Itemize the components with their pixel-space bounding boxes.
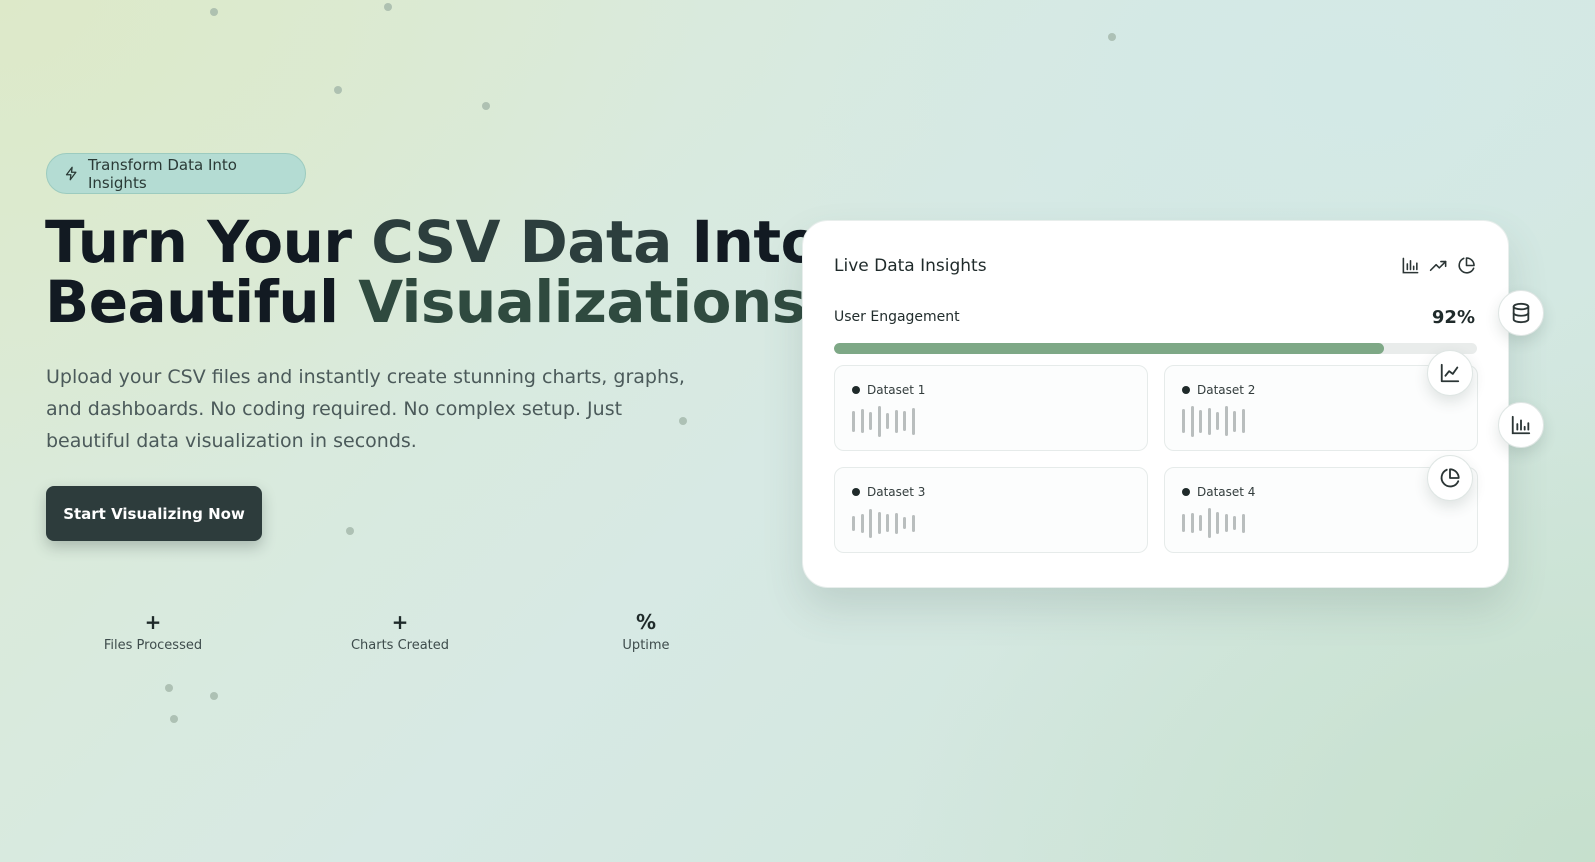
hero-badge: Transform Data Into Insights bbox=[46, 153, 306, 194]
decor-dot bbox=[210, 8, 218, 16]
line-chart-icon bbox=[1439, 362, 1461, 384]
mini-bar bbox=[1182, 514, 1185, 532]
mini-bar bbox=[1207, 408, 1211, 435]
engagement-progress-bar bbox=[834, 343, 1477, 354]
decor-dot bbox=[384, 3, 392, 11]
dataset-label: Dataset 1 bbox=[867, 383, 926, 397]
hero-title: Turn Your CSV Data Into Beautiful Visual… bbox=[45, 212, 820, 332]
mini-bar bbox=[1224, 406, 1228, 436]
mini-bar bbox=[903, 517, 906, 529]
bar-chart-icon[interactable] bbox=[1401, 256, 1420, 275]
mini-bar bbox=[877, 406, 881, 437]
stat-label: Files Processed bbox=[103, 638, 203, 653]
mini-bar bbox=[1182, 409, 1185, 433]
pie-chart-icon[interactable] bbox=[1457, 256, 1476, 275]
stat-value: + bbox=[391, 610, 409, 634]
mini-bar bbox=[1190, 513, 1194, 533]
mini-bar bbox=[894, 410, 898, 433]
decor-dot bbox=[346, 527, 354, 535]
stat-label: Uptime bbox=[622, 638, 670, 653]
floating-line-chart-button[interactable] bbox=[1427, 350, 1473, 396]
mini-bar bbox=[860, 514, 864, 533]
decor-dot bbox=[482, 102, 490, 110]
mini-bar bbox=[877, 512, 881, 534]
decor-dot bbox=[170, 715, 178, 723]
mini-bar bbox=[1199, 410, 1202, 433]
floating-database-button[interactable] bbox=[1498, 290, 1544, 336]
live-data-card: Live Data Insights User Engagement 92% D… bbox=[802, 220, 1509, 588]
dataset-mini-chart bbox=[1182, 506, 1252, 540]
hero-badge-label: Transform Data Into Insights bbox=[88, 155, 237, 192]
dataset-mini-chart bbox=[852, 404, 922, 438]
dataset-label: Dataset 3 bbox=[867, 485, 926, 499]
bar-chart-icon bbox=[1510, 414, 1532, 436]
mini-bar bbox=[1207, 508, 1211, 538]
mini-bar bbox=[869, 509, 872, 538]
decor-dot bbox=[334, 86, 342, 94]
mini-bar bbox=[911, 515, 915, 532]
decor-dot bbox=[165, 684, 173, 692]
mini-bar bbox=[1216, 512, 1219, 534]
hero-title-part: Into bbox=[671, 208, 821, 276]
decor-dot bbox=[1108, 33, 1116, 41]
pie-chart-icon bbox=[1439, 467, 1461, 489]
stat-uptime: % Uptime bbox=[566, 609, 726, 653]
mini-bar bbox=[869, 412, 872, 430]
database-icon bbox=[1510, 302, 1532, 324]
mini-bar bbox=[1241, 409, 1245, 433]
dataset-card[interactable]: Dataset 3 bbox=[834, 467, 1148, 553]
mini-bar bbox=[886, 413, 889, 429]
dataset-mini-chart bbox=[852, 506, 922, 540]
mini-bar bbox=[852, 411, 855, 432]
mini-bar bbox=[1224, 514, 1228, 532]
mini-bar bbox=[852, 516, 855, 531]
mini-bar bbox=[860, 409, 864, 433]
mini-bar bbox=[903, 411, 906, 431]
mini-bar bbox=[886, 514, 889, 532]
mini-bar bbox=[1241, 514, 1245, 533]
start-visualizing-button[interactable]: Start Visualizing Now bbox=[46, 486, 262, 541]
dataset-label: Dataset 2 bbox=[1197, 383, 1256, 397]
mini-bar bbox=[1199, 515, 1202, 531]
hero-subtitle: Upload your CSV files and instantly crea… bbox=[46, 366, 685, 452]
stat-charts-created: + Charts Created bbox=[320, 609, 480, 653]
stat-label: Charts Created bbox=[350, 638, 450, 653]
dataset-bullet bbox=[1182, 386, 1190, 394]
dataset-card[interactable]: Dataset 1 bbox=[834, 365, 1148, 451]
floating-pie-chart-button[interactable] bbox=[1427, 455, 1473, 501]
mini-bar bbox=[1233, 516, 1236, 530]
dataset-label: Dataset 4 bbox=[1197, 485, 1256, 499]
metric-label: User Engagement bbox=[834, 309, 960, 325]
card-title: Live Data Insights bbox=[834, 256, 987, 276]
trending-up-icon[interactable] bbox=[1429, 256, 1448, 275]
dataset-bullet bbox=[852, 488, 860, 496]
mini-bar bbox=[911, 408, 915, 435]
decor-dot bbox=[210, 692, 218, 700]
hero-title-part: Beautiful bbox=[45, 268, 359, 336]
hero-title-highlight: CSV Data bbox=[371, 208, 672, 276]
stat-value: + bbox=[144, 610, 162, 634]
dataset-bullet bbox=[1182, 488, 1190, 496]
stat-files-processed: + Files Processed bbox=[73, 609, 233, 653]
engagement-progress-fill bbox=[834, 343, 1384, 354]
dataset-bullet bbox=[852, 386, 860, 394]
mini-bar bbox=[1216, 412, 1219, 430]
metric-value: 92% bbox=[1431, 307, 1475, 328]
mini-bar bbox=[1233, 411, 1236, 432]
mini-bar bbox=[894, 513, 898, 534]
hero-title-part: Turn Your bbox=[45, 208, 372, 276]
floating-bar-chart-button[interactable] bbox=[1498, 402, 1544, 448]
mini-bar bbox=[1190, 406, 1194, 437]
card-chart-icons bbox=[1401, 256, 1476, 275]
dataset-mini-chart bbox=[1182, 404, 1252, 438]
lightning-icon bbox=[64, 166, 79, 181]
stat-value: % bbox=[635, 610, 657, 634]
hero-title-highlight: Visualizations bbox=[358, 268, 806, 336]
